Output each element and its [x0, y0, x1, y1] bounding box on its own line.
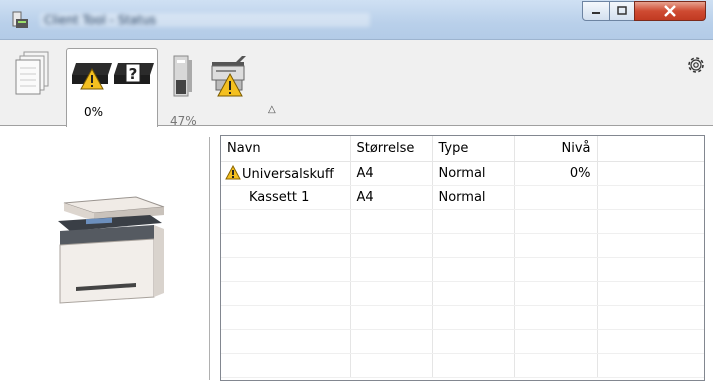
empty-cell: [514, 257, 598, 282]
main-panel: Navn Størrelse Type Nivå Universalskuff …: [0, 127, 713, 390]
tray-type-cell: Normal: [432, 185, 515, 210]
close-icon: [664, 5, 676, 17]
table-row[interactable]: Kassett 1 A4 Normal: [221, 185, 704, 210]
tray-level-cell: [514, 185, 598, 210]
empty-cell: [597, 353, 704, 378]
empty-cell: [221, 209, 351, 234]
empty-cell: [350, 329, 433, 354]
tray-name-cell: Kassett 1: [221, 185, 351, 210]
empty-cell: [597, 281, 704, 306]
empty-cell: [514, 233, 598, 258]
empty-cell: [221, 257, 351, 282]
empty-cell: [350, 305, 433, 330]
status-toolbar: ? 0% 47% △: [0, 40, 713, 128]
empty-cell: [432, 257, 515, 282]
tab-supplies[interactable]: ? 0%: [66, 48, 158, 127]
panel-divider: [209, 137, 210, 380]
empty-cell: [350, 281, 433, 306]
empty-cell: [432, 281, 515, 306]
empty-cell: [597, 185, 704, 210]
warning-icon: [225, 164, 241, 180]
tab-paper-tray[interactable]: [206, 50, 258, 126]
table-header-row: Navn Størrelse Type Nivå: [221, 136, 704, 162]
collapse-button[interactable]: △: [268, 104, 276, 115]
empty-cell: [597, 257, 704, 282]
empty-cell: [221, 353, 351, 378]
printer-image-panel: [0, 127, 209, 390]
minimize-icon: [592, 12, 600, 14]
tray-size-cell: A4: [350, 161, 433, 186]
empty-cell: [597, 161, 704, 186]
empty-table-row: [221, 329, 704, 354]
printer-device-icon: [58, 196, 165, 304]
empty-table-row: [221, 305, 704, 330]
tray-warning-icon: [211, 56, 246, 97]
tray-level-cell: 0%: [514, 161, 598, 186]
empty-cell: [597, 305, 704, 330]
column-header-level[interactable]: Nivå: [514, 136, 598, 162]
empty-cell: [597, 329, 704, 354]
svg-text:?: ?: [129, 65, 138, 83]
empty-cell: [432, 353, 515, 378]
empty-cell: [514, 209, 598, 234]
column-header-size[interactable]: Størrelse: [350, 136, 433, 162]
title-bar: Client Tool - Status: [0, 0, 713, 40]
empty-cell: [221, 233, 351, 258]
waste-toner-icon: [173, 55, 192, 97]
maximize-icon: [617, 6, 627, 15]
empty-cell: [514, 329, 598, 354]
empty-cell: [597, 233, 704, 258]
tab-documents[interactable]: [12, 50, 62, 126]
close-button[interactable]: [634, 1, 706, 21]
empty-table-row: [221, 233, 704, 258]
empty-cell: [350, 233, 433, 258]
maximize-button[interactable]: [609, 1, 635, 21]
empty-table-row: [221, 353, 704, 378]
tray-size-cell: A4: [350, 185, 433, 210]
empty-cell: [350, 257, 433, 282]
empty-cell: [514, 281, 598, 306]
supplies-level-label: 0%: [84, 105, 104, 119]
tray-name: Universalskuff: [242, 166, 334, 182]
empty-cell: [221, 305, 351, 330]
printer-app-icon: [12, 11, 28, 28]
empty-cell: [432, 329, 515, 354]
tab-waste-toner[interactable]: 47%: [162, 50, 202, 128]
tray-type-cell: Normal: [432, 161, 515, 186]
empty-cell: [221, 281, 351, 306]
column-header-empty: [597, 136, 704, 162]
toner-warning-icon: ?: [72, 63, 154, 90]
empty-table-row: [221, 257, 704, 282]
window-title: Client Tool - Status: [40, 13, 370, 27]
empty-cell: [350, 209, 433, 234]
tray-status-table: Navn Størrelse Type Nivå Universalskuff …: [220, 135, 705, 381]
gear-icon: [688, 57, 704, 73]
empty-cell: [514, 353, 598, 378]
empty-cell: [350, 353, 433, 378]
column-header-type[interactable]: Type: [432, 136, 515, 162]
empty-cell: [432, 233, 515, 258]
empty-cell: [432, 209, 515, 234]
empty-table-row: [221, 209, 704, 234]
empty-cell: [597, 209, 704, 234]
table-row[interactable]: Universalskuff A4 Normal 0%: [221, 161, 704, 186]
empty-table-row: [221, 281, 704, 306]
chevron-up-icon: △: [268, 104, 276, 115]
minimize-button[interactable]: [582, 1, 610, 21]
column-header-name[interactable]: Navn: [221, 136, 351, 162]
documents-icon: [15, 51, 49, 95]
settings-button[interactable]: [685, 54, 707, 76]
tray-name-cell: Universalskuff: [221, 161, 351, 186]
waste-toner-level-label: 47%: [170, 114, 197, 128]
empty-cell: [432, 305, 515, 330]
empty-cell: [514, 305, 598, 330]
empty-cell: [221, 329, 351, 354]
